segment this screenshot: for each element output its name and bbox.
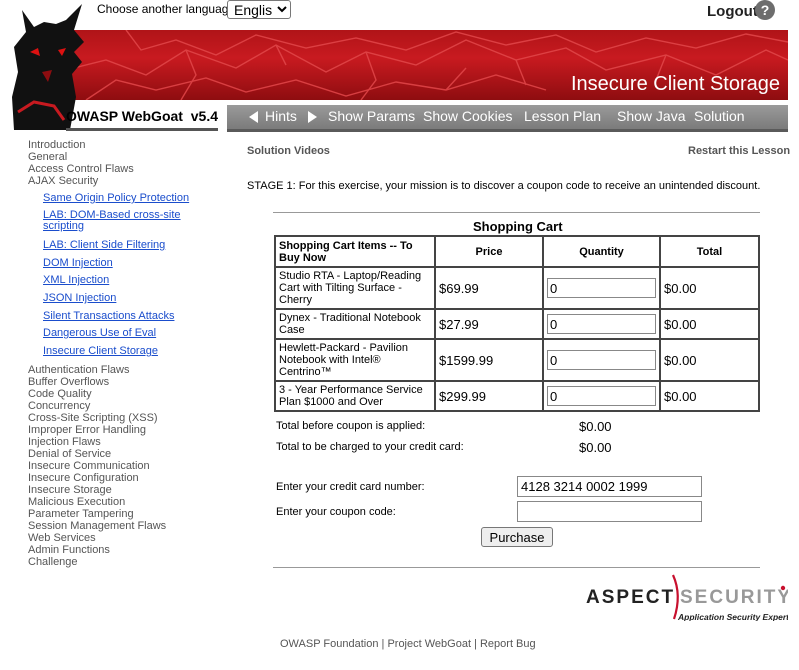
hints-button[interactable]: Hints: [265, 108, 297, 124]
lesson-title: Insecure Client Storage: [570, 73, 780, 95]
next-hint-icon[interactable]: [308, 111, 317, 123]
item-total: $0.00: [660, 339, 759, 381]
table-header-row: Shopping Cart Items -- To Buy Now Price …: [275, 236, 759, 267]
sidebar-item[interactable]: Insecure Storage: [28, 484, 112, 496]
item-total: $0.00: [660, 381, 759, 411]
credit-card-field[interactable]: [517, 476, 702, 497]
sidebar-subitem-xml-injection[interactable]: XML Injection: [43, 274, 109, 286]
quantity-input[interactable]: [547, 314, 656, 334]
divider: [273, 567, 760, 568]
footer-link-report-bug[interactable]: Report Bug: [480, 638, 536, 650]
table-row: Hewlett-Packard - Pavilion Notebook with…: [275, 339, 759, 381]
footer-link-project-webgoat[interactable]: Project WebGoat: [387, 638, 471, 650]
column-header-items: Shopping Cart Items -- To Buy Now: [275, 236, 435, 267]
previous-hint-icon[interactable]: [249, 111, 258, 123]
item-total: $0.00: [660, 267, 759, 309]
sidebar-item[interactable]: Improper Error Handling: [28, 424, 146, 436]
footer: OWASP Foundation | Project WebGoat | Rep…: [280, 638, 536, 650]
item-price: $69.99: [435, 267, 543, 309]
sidebar-subitem-json-injection[interactable]: JSON Injection: [43, 292, 116, 304]
table-row: 3 - Year Performance Service Plan $1000 …: [275, 381, 759, 411]
sidebar-item[interactable]: Challenge: [28, 556, 78, 568]
restart-lesson-link[interactable]: Restart this Lesson: [688, 145, 790, 157]
item-name: Hewlett-Packard - Pavilion Notebook with…: [275, 339, 435, 381]
solution-button[interactable]: Solution: [694, 108, 745, 124]
sidebar-subitem-client-side-filtering[interactable]: LAB: Client Side Filtering: [43, 239, 165, 251]
credit-card-label: Enter your credit card number:: [276, 481, 425, 493]
help-icon[interactable]: ?: [755, 0, 775, 20]
purchase-button[interactable]: Purchase: [481, 527, 553, 547]
sidebar-subitem-insecure-client-storage[interactable]: Insecure Client Storage: [43, 345, 158, 357]
cart-title: Shopping Cart: [473, 219, 563, 234]
sidebar-item[interactable]: Parameter Tampering: [28, 508, 134, 520]
total-charged-value: $0.00: [579, 440, 612, 455]
total-charged-label: Total to be charged to your credit card:: [276, 441, 464, 453]
footer-link-owasp-foundation[interactable]: OWASP Foundation: [280, 638, 378, 650]
quantity-input[interactable]: [547, 278, 656, 298]
sidebar-item[interactable]: Denial of Service: [28, 448, 111, 460]
sidebar-item-ajax-security[interactable]: AJAX Security: [28, 175, 98, 187]
item-total: $0.00: [660, 309, 759, 339]
lesson-banner: Insecure Client Storage: [66, 30, 788, 100]
footer-separator: |: [381, 638, 385, 650]
item-name: 3 - Year Performance Service Plan $1000 …: [275, 381, 435, 411]
aspect-word: ASPECT: [586, 587, 675, 608]
column-header-total: Total: [660, 236, 759, 267]
item-price: $1599.99: [435, 339, 543, 381]
item-name: Dynex - Traditional Notebook Case: [275, 309, 435, 339]
sidebar-item[interactable]: Code Quality: [28, 388, 92, 400]
footer-separator: |: [474, 638, 477, 650]
language-select[interactable]: English: [227, 0, 291, 19]
quantity-input[interactable]: [547, 386, 656, 406]
aspect-tagline: Application Security Experts: [677, 612, 788, 621]
stage-instructions: STAGE 1: For this exercise, your mission…: [247, 180, 761, 192]
sidebar-item[interactable]: Injection Flaws: [28, 436, 101, 448]
coupon-code-field[interactable]: [517, 501, 702, 522]
sidebar-item[interactable]: Insecure Configuration: [28, 472, 139, 484]
coupon-code-label: Enter your coupon code:: [276, 506, 396, 518]
shopping-cart-table: Shopping Cart Items -- To Buy Now Price …: [274, 235, 760, 412]
sidebar-item[interactable]: Insecure Communication: [28, 460, 150, 472]
table-row: Studio RTA - Laptop/Reading Cart with Ti…: [275, 267, 759, 309]
sidebar-subitem-same-origin[interactable]: Same Origin Policy Protection: [43, 192, 189, 204]
total-before-coupon-label: Total before coupon is applied:: [276, 420, 426, 432]
solution-videos-link[interactable]: Solution Videos: [247, 145, 330, 157]
sidebar-item-general[interactable]: General: [28, 151, 67, 163]
total-before-coupon-value: $0.00: [579, 419, 612, 434]
language-label: Choose another language:: [97, 2, 239, 16]
sidebar-subitem-dom-xss[interactable]: LAB: DOM-Based cross-site scripting: [43, 210, 183, 232]
sidebar-item[interactable]: Buffer Overflows: [28, 376, 109, 388]
sidebar-item[interactable]: Concurrency: [28, 400, 90, 412]
show-cookies-button[interactable]: Show Cookies: [423, 108, 513, 124]
show-params-button[interactable]: Show Params: [328, 108, 415, 124]
logout-link[interactable]: Logout: [707, 3, 758, 20]
column-header-quantity: Quantity: [543, 236, 660, 267]
quantity-input[interactable]: [547, 350, 656, 370]
sidebar-item[interactable]: Admin Functions: [28, 544, 110, 556]
show-java-button[interactable]: Show Java: [617, 108, 685, 124]
sidebar-item-access-control[interactable]: Access Control Flaws: [28, 163, 134, 175]
column-header-price: Price: [435, 236, 543, 267]
sidebar-item[interactable]: Cross-Site Scripting (XSS): [28, 412, 158, 424]
security-word: SECURITY: [680, 587, 788, 608]
sidebar-subitem-silent-transactions[interactable]: Silent Transactions Attacks: [43, 310, 174, 322]
table-row: Dynex - Traditional Notebook Case $27.99…: [275, 309, 759, 339]
brand: OWASP WebGoat v5.4: [66, 106, 218, 131]
sidebar-item[interactable]: Session Management Flaws: [28, 520, 166, 532]
sidebar-subitem-dom-injection[interactable]: DOM Injection: [43, 257, 113, 269]
item-price: $299.99: [435, 381, 543, 411]
divider: [273, 212, 760, 213]
sidebar-item[interactable]: Malicious Execution: [28, 496, 125, 508]
item-name: Studio RTA - Laptop/Reading Cart with Ti…: [275, 267, 435, 309]
item-price: $27.99: [435, 309, 543, 339]
sidebar-item[interactable]: Web Services: [28, 532, 96, 544]
lesson-navbar: Hints Show Params Show Cookies Lesson Pl…: [227, 105, 788, 132]
sidebar-item-introduction[interactable]: Introduction: [28, 139, 85, 151]
lesson-plan-button[interactable]: Lesson Plan: [524, 108, 601, 124]
aspect-security-logo: ASPECT SECURITY Application Security Exp…: [586, 574, 788, 621]
brand-version: v5.4: [190, 108, 218, 124]
sidebar-item[interactable]: Authentication Flaws: [28, 364, 130, 376]
sidebar-subitem-dangerous-eval[interactable]: Dangerous Use of Eval: [43, 327, 156, 339]
